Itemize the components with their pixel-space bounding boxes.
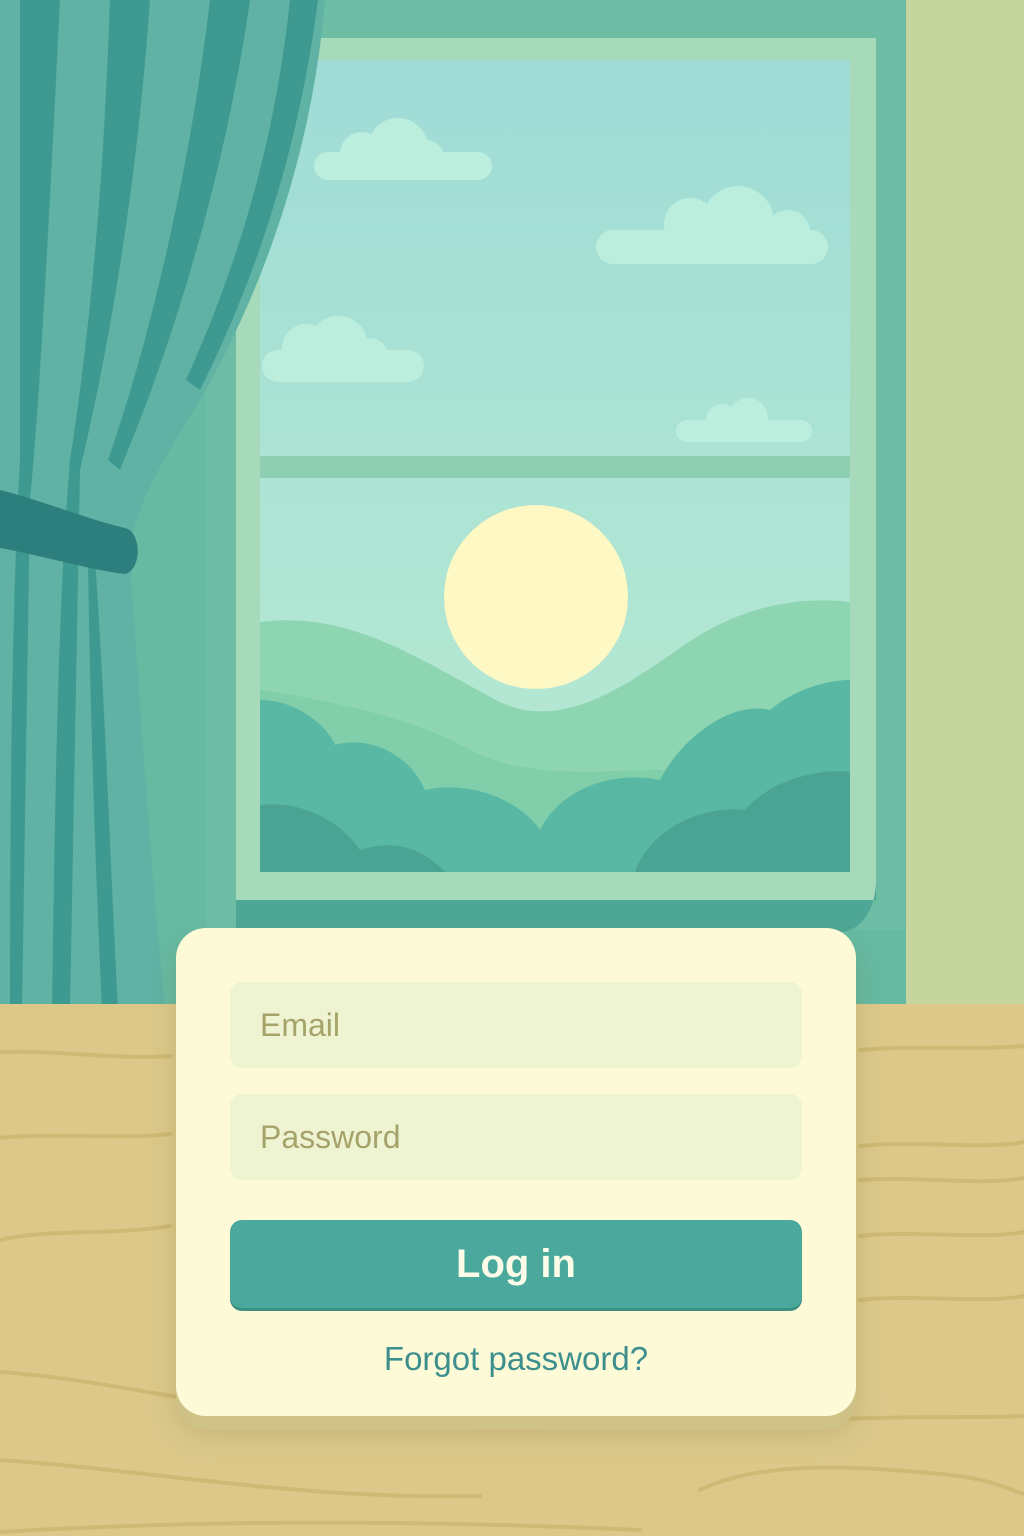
window-mullion — [260, 456, 850, 478]
login-screen: Log in Forgot password? — [0, 0, 1024, 1536]
password-field[interactable] — [230, 1094, 802, 1180]
email-field[interactable] — [230, 982, 802, 1068]
side-wall — [906, 0, 1024, 1010]
login-card: Log in Forgot password? — [176, 928, 856, 1416]
forgot-password-link[interactable]: Forgot password? — [176, 1340, 856, 1378]
login-button[interactable]: Log in — [230, 1220, 802, 1308]
sun — [444, 505, 628, 689]
